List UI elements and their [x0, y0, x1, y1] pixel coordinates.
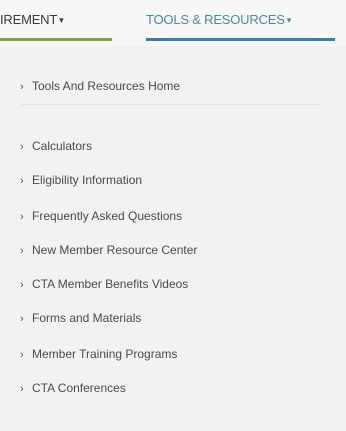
retirement-tab-underline [0, 38, 112, 41]
menu-item-forms-and-materials[interactable]: › Forms and Materials [20, 310, 141, 327]
menu-item-calculators[interactable]: › Calculators [20, 138, 92, 155]
menu-item-label: Tools And Resources Home [32, 79, 181, 93]
nav-tab-retirement-label: IREMENT [0, 12, 58, 27]
menu-item-label: Frequently Asked Questions [32, 209, 183, 223]
menu-item-eligibility-information[interactable]: › Eligibility Information [20, 172, 142, 189]
menu-item-cta-conferences[interactable]: › CTA Conferences [20, 380, 126, 397]
menu-item-label: Eligibility Information [32, 173, 143, 187]
chevron-down-icon: ▾ [59, 15, 64, 25]
nav-tab-tools-and-resources[interactable]: TOOLS & RESOURCES ▾ [146, 10, 291, 30]
menu-item-label: CTA Conferences [32, 381, 126, 395]
tools-resources-dropdown-menu: › Tools And Resources Home › Calculators ›… [0, 46, 346, 431]
chevron-right-icon: › [20, 141, 24, 153]
menu-item-label: Calculators [32, 139, 93, 153]
tools-tab-underline [146, 38, 335, 41]
chevron-down-icon: ▾ [286, 15, 292, 25]
chevron-right-icon: › [20, 81, 24, 93]
chevron-right-icon: › [20, 383, 24, 395]
menu-divider [20, 104, 320, 105]
chevron-right-icon: › [20, 211, 24, 223]
menu-item-frequently-asked-questions[interactable]: › Frequently Asked Questions [20, 208, 182, 225]
menu-item-label: New Member Resource Center [32, 243, 198, 257]
top-navigation-bar: IREMENT ▾ TOOLS & RESOURCES ▾ [0, 0, 346, 46]
nav-tab-retirement[interactable]: IREMENT ▾ [0, 10, 64, 30]
menu-item-cta-member-benefits-videos[interactable]: › CTA Member Benefits Videos [20, 276, 188, 293]
menu-item-new-member-resource-center[interactable]: › New Member Resource Center [20, 242, 197, 259]
menu-item-label: Forms and Materials [32, 311, 142, 325]
menu-item-label: Member Training Programs [32, 347, 178, 361]
chevron-right-icon: › [20, 279, 24, 291]
chevron-right-icon: › [20, 349, 24, 361]
menu-item-member-training-programs[interactable]: › Member Training Programs [20, 346, 177, 363]
chevron-right-icon: › [20, 175, 24, 187]
nav-tab-tools-label: TOOLS & RESOURCES [146, 12, 285, 27]
chevron-right-icon: › [20, 245, 24, 257]
chevron-right-icon: › [20, 313, 24, 325]
menu-item-tools-and-resources-home[interactable]: › Tools And Resources Home [20, 78, 180, 95]
menu-item-label: CTA Member Benefits Videos [32, 277, 189, 291]
